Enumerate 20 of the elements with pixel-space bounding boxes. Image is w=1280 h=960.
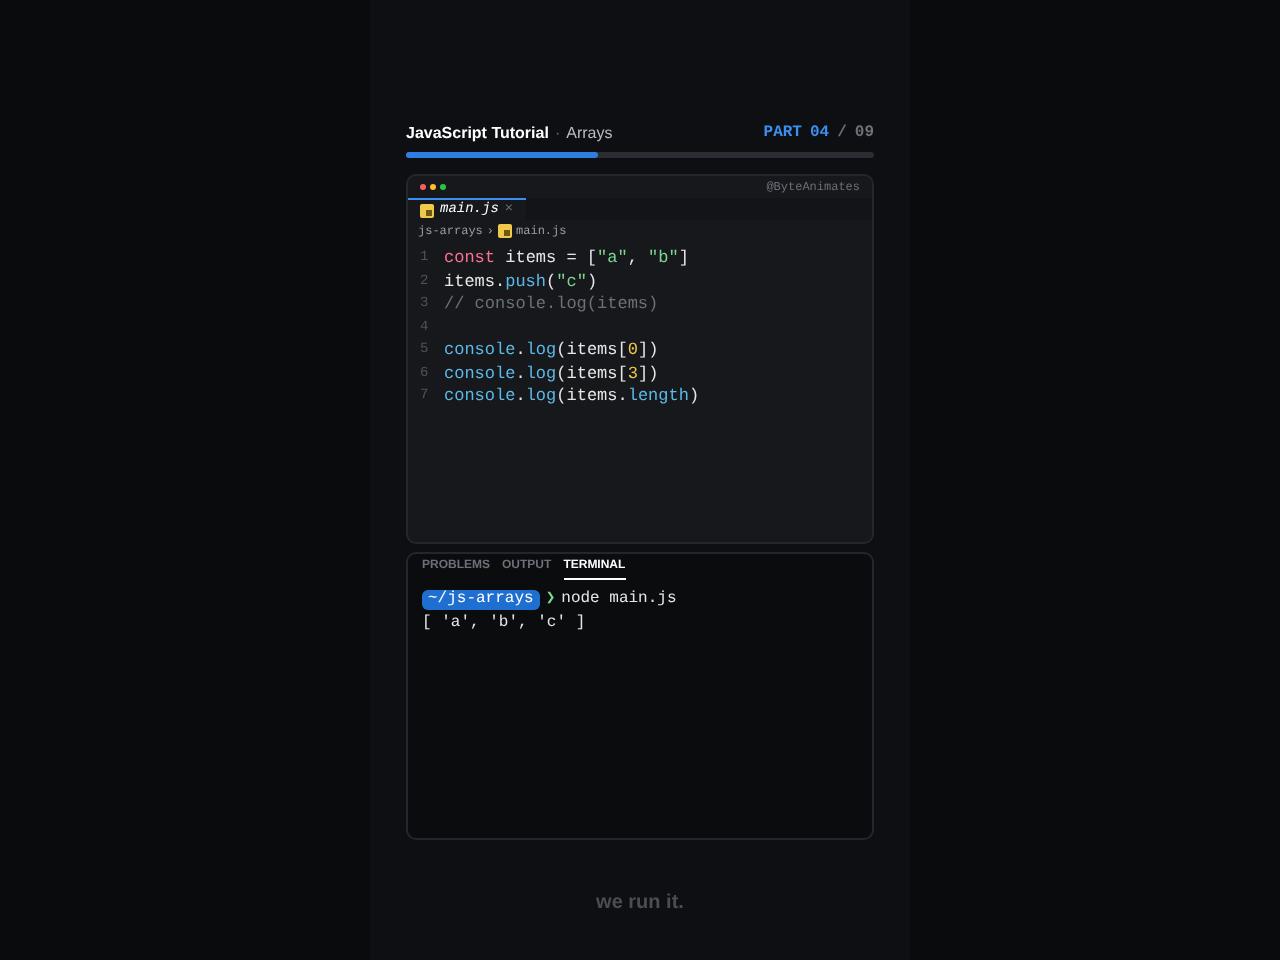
code-line: console.log(items[3])	[444, 363, 659, 386]
js-file-icon	[498, 223, 513, 237]
code-line: items.push("c")	[444, 271, 598, 294]
prompt-arrow: ❯	[545, 588, 556, 612]
part-current: 04	[809, 122, 830, 146]
tutorial-title: JavaScript Tutorial	[406, 122, 549, 146]
code-line: const items = ["a", "b"]	[444, 248, 689, 271]
js-file-icon	[420, 203, 434, 217]
code-line: console.log(items.length)	[444, 386, 700, 409]
lesson-title: Arrays	[566, 122, 613, 146]
terminal-output: [ 'a', 'b', 'c' ]	[422, 612, 588, 634]
part-label: PART	[763, 122, 802, 146]
part-total: 09	[854, 122, 874, 146]
title-separator: ·	[554, 122, 561, 146]
part-divider: /	[837, 122, 847, 146]
caption-text: we run it.	[596, 890, 684, 918]
prompt-path: ~/js-arrays	[422, 590, 540, 610]
terminal-command: node main.js	[561, 588, 677, 612]
code-line: console.log(items[0])	[444, 340, 659, 363]
code-line: // console.log(items)	[444, 294, 659, 317]
